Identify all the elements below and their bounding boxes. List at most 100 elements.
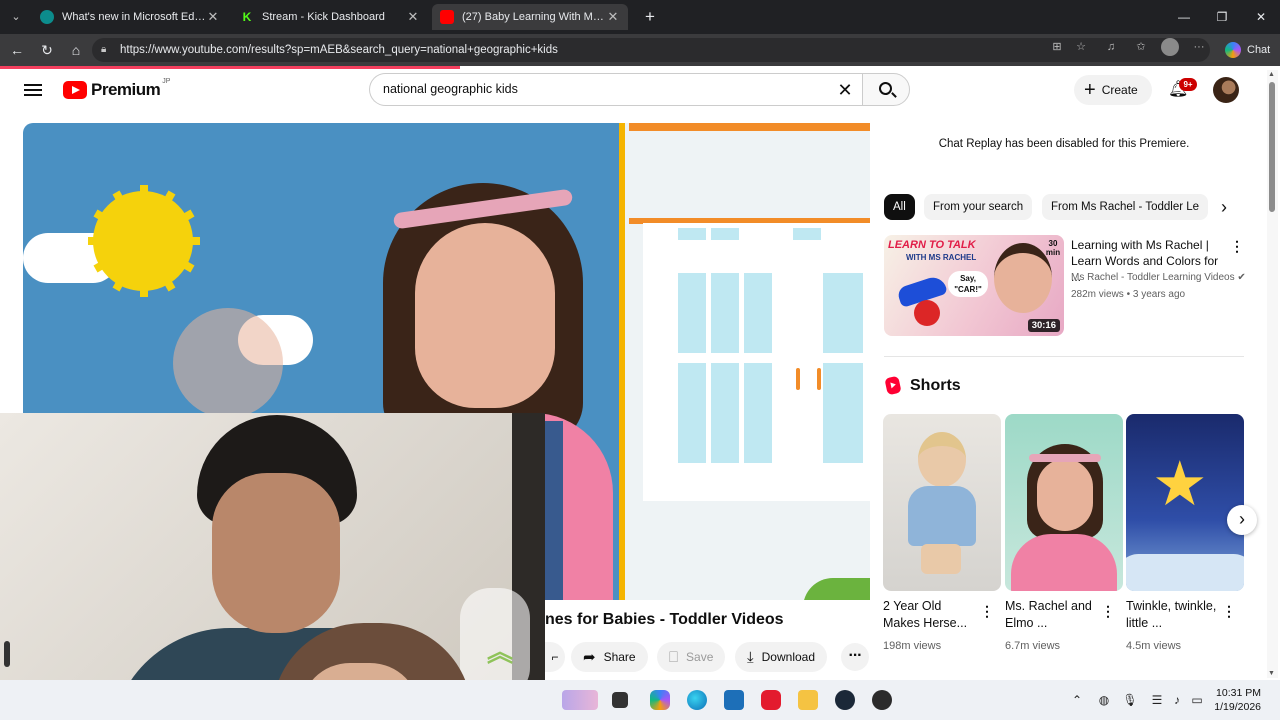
thumb-duration-badge: 30 min bbox=[1045, 239, 1061, 257]
battery-icon[interactable]: ▭ bbox=[1189, 692, 1205, 708]
create-label: Create bbox=[1101, 83, 1138, 97]
wifi-icon[interactable]: ☰ bbox=[1149, 692, 1165, 708]
short-title[interactable]: Ms. Rachel and Elmo ... bbox=[1005, 598, 1101, 632]
task-view-icon[interactable] bbox=[612, 692, 628, 708]
search-input[interactable]: national geographic kids bbox=[369, 73, 863, 106]
scrollbar-thumb[interactable] bbox=[1269, 82, 1275, 212]
youtube-premium-logo[interactable]: Premium JP bbox=[63, 77, 171, 100]
thumb-bubble: Say, "CAR!" bbox=[948, 271, 988, 297]
tab-youtube-active[interactable]: (27) Baby Learning With Ms Rache ✕ bbox=[432, 4, 628, 30]
network-app-icon[interactable]: ◍ bbox=[1096, 692, 1112, 708]
browser-tab-bar: ⌄ What's new in Microsoft Edge ✕ K Strea… bbox=[0, 0, 1280, 34]
chip-all[interactable]: All bbox=[884, 194, 915, 220]
guide-menu-icon[interactable] bbox=[24, 81, 42, 99]
back-arrow-icon[interactable]: ← bbox=[7, 40, 27, 60]
favorite-star-icon[interactable]: ☆ bbox=[1072, 38, 1090, 56]
system-clock[interactable]: 10:31 PM 1/19/2026 bbox=[1213, 686, 1261, 714]
file-explorer-icon[interactable] bbox=[798, 690, 818, 710]
plus-icon: + bbox=[1084, 79, 1096, 101]
short-thumbnail[interactable] bbox=[883, 414, 1001, 591]
copilot-icon[interactable] bbox=[650, 690, 670, 710]
maximize-button[interactable]: ❐ bbox=[1212, 7, 1232, 27]
home-icon[interactable]: ⌂ bbox=[66, 40, 86, 60]
download-button[interactable]: ⤓ Download bbox=[735, 642, 828, 672]
microphone-icon[interactable]: 🎙︎ bbox=[1122, 692, 1138, 708]
page-loading-bar bbox=[0, 66, 460, 69]
copilot-icon bbox=[1225, 42, 1241, 58]
youtube-play-icon bbox=[63, 81, 87, 99]
short-menu-icon[interactable]: ⋮ bbox=[980, 602, 994, 620]
chevron-right-icon[interactable]: › bbox=[1227, 505, 1257, 535]
short-thumbnail[interactable]: ★ bbox=[1126, 414, 1244, 591]
clear-search-icon[interactable]: ✕ bbox=[835, 80, 855, 100]
short-thumbnail[interactable] bbox=[1005, 414, 1123, 591]
youtube-icon bbox=[440, 10, 454, 24]
tab-edge-whats-new[interactable]: What's new in Microsoft Edge ✕ bbox=[32, 4, 228, 30]
create-button[interactable]: + Create bbox=[1074, 75, 1152, 105]
show-hidden-icons[interactable]: ⌃ bbox=[1069, 692, 1085, 708]
short-title[interactable]: Twinkle, twinkle, little ... bbox=[1126, 598, 1222, 632]
more-actions-icon[interactable]: ··· bbox=[841, 643, 869, 671]
save-button[interactable]: ⎕ Save bbox=[657, 642, 726, 672]
share-button[interactable]: ➦ Share bbox=[571, 642, 648, 672]
widgets-icon[interactable] bbox=[562, 690, 598, 710]
recommended-video-meta: 282m views • 3 years ago bbox=[1071, 289, 1186, 300]
short-title[interactable]: 2 Year Old Makes Herse... bbox=[883, 598, 979, 632]
short-menu-icon[interactable]: ⋮ bbox=[1222, 602, 1236, 620]
address-bar[interactable]: 🔒︎ https://www.youtube.com/results?sp=mA… bbox=[92, 38, 1210, 62]
recommended-video-thumbnail[interactable]: LEARN TO TALK WITH MS RACHEL Say, "CAR!"… bbox=[884, 235, 1064, 336]
logo-region: JP bbox=[162, 77, 171, 85]
chevron-right-icon[interactable]: › bbox=[1212, 196, 1236, 220]
read-aloud-icon[interactable]: ♫ bbox=[1102, 38, 1120, 56]
clock-date: 1/19/2026 bbox=[1214, 701, 1261, 713]
close-icon[interactable]: ✕ bbox=[206, 9, 220, 25]
account-avatar[interactable] bbox=[1213, 77, 1239, 103]
video-scene-shelf bbox=[629, 123, 870, 131]
video-menu-icon[interactable]: ⋮ bbox=[1230, 237, 1244, 255]
new-tab-button[interactable]: + bbox=[640, 7, 660, 27]
windows-taskbar: ⌃ ◍ 🎙︎ ☰ ♪ ▭ 10:31 PM 1/19/2026 bbox=[0, 680, 1280, 720]
close-window-button[interactable]: ✕ bbox=[1251, 7, 1271, 27]
scroll-up-icon[interactable]: ▲ bbox=[1268, 71, 1275, 78]
recommended-channel-name[interactable]: Ms Rachel - Toddler Learning Videos ✔ bbox=[1071, 272, 1246, 283]
page-scrollbar[interactable]: ▲ ▼ bbox=[1267, 70, 1278, 678]
headband-image bbox=[1029, 454, 1101, 462]
tab-title: What's new in Microsoft Edge bbox=[62, 11, 206, 23]
video-scene-stripe bbox=[619, 123, 625, 600]
search-button[interactable] bbox=[862, 73, 910, 106]
short-menu-icon[interactable]: ⋮ bbox=[1101, 602, 1115, 620]
obs-icon[interactable] bbox=[872, 690, 892, 710]
download-icon: ⤓ bbox=[747, 648, 754, 666]
video-scene-window bbox=[643, 223, 870, 501]
url-text: https://www.youtube.com/results?sp=mAEB&… bbox=[120, 44, 558, 56]
search-icon bbox=[879, 82, 892, 95]
browser-toolbar: ← ↻ ⌂ 🔒︎ https://www.youtube.com/results… bbox=[0, 34, 1280, 66]
volume-icon[interactable]: ♪ bbox=[1169, 692, 1185, 708]
settings-more-icon[interactable]: ··· bbox=[1190, 38, 1208, 56]
like-button-partial[interactable]: ⌐ bbox=[545, 642, 565, 672]
tab-kick-dashboard[interactable]: K Stream - Kick Dashboard ✕ bbox=[232, 4, 428, 30]
youtube-app-icon[interactable] bbox=[761, 690, 781, 710]
cloud-image bbox=[1126, 554, 1244, 591]
profile-icon[interactable] bbox=[1161, 38, 1179, 56]
steam-icon[interactable] bbox=[835, 690, 855, 710]
chip-from-ms-rachel[interactable]: From Ms Rachel - Toddler Le bbox=[1042, 194, 1208, 220]
close-icon[interactable]: ✕ bbox=[406, 9, 420, 25]
copilot-chat-button[interactable]: Chat bbox=[1221, 39, 1276, 61]
store-icon[interactable] bbox=[724, 690, 744, 710]
minimize-button[interactable]: — bbox=[1174, 7, 1194, 27]
app-available-icon[interactable]: ⊞ bbox=[1048, 38, 1066, 56]
clock-time: 10:31 PM bbox=[1216, 687, 1261, 699]
chip-from-your-search[interactable]: From your search bbox=[924, 194, 1033, 220]
favorites-icon[interactable]: ✩ bbox=[1132, 38, 1150, 56]
site-info-icon[interactable]: 🔒︎ bbox=[101, 38, 106, 62]
tab-title: Stream - Kick Dashboard bbox=[262, 11, 385, 23]
edge-icon[interactable] bbox=[687, 690, 707, 710]
scroll-down-icon[interactable]: ▼ bbox=[1268, 670, 1275, 677]
tab-actions-icon[interactable]: ⌄ bbox=[6, 7, 26, 27]
star-icon: ★ bbox=[1152, 450, 1208, 519]
close-icon[interactable]: ✕ bbox=[606, 9, 620, 25]
kick-icon: K bbox=[240, 10, 254, 24]
thumb-text: WITH MS RACHEL bbox=[906, 253, 977, 262]
refresh-icon[interactable]: ↻ bbox=[37, 40, 57, 60]
